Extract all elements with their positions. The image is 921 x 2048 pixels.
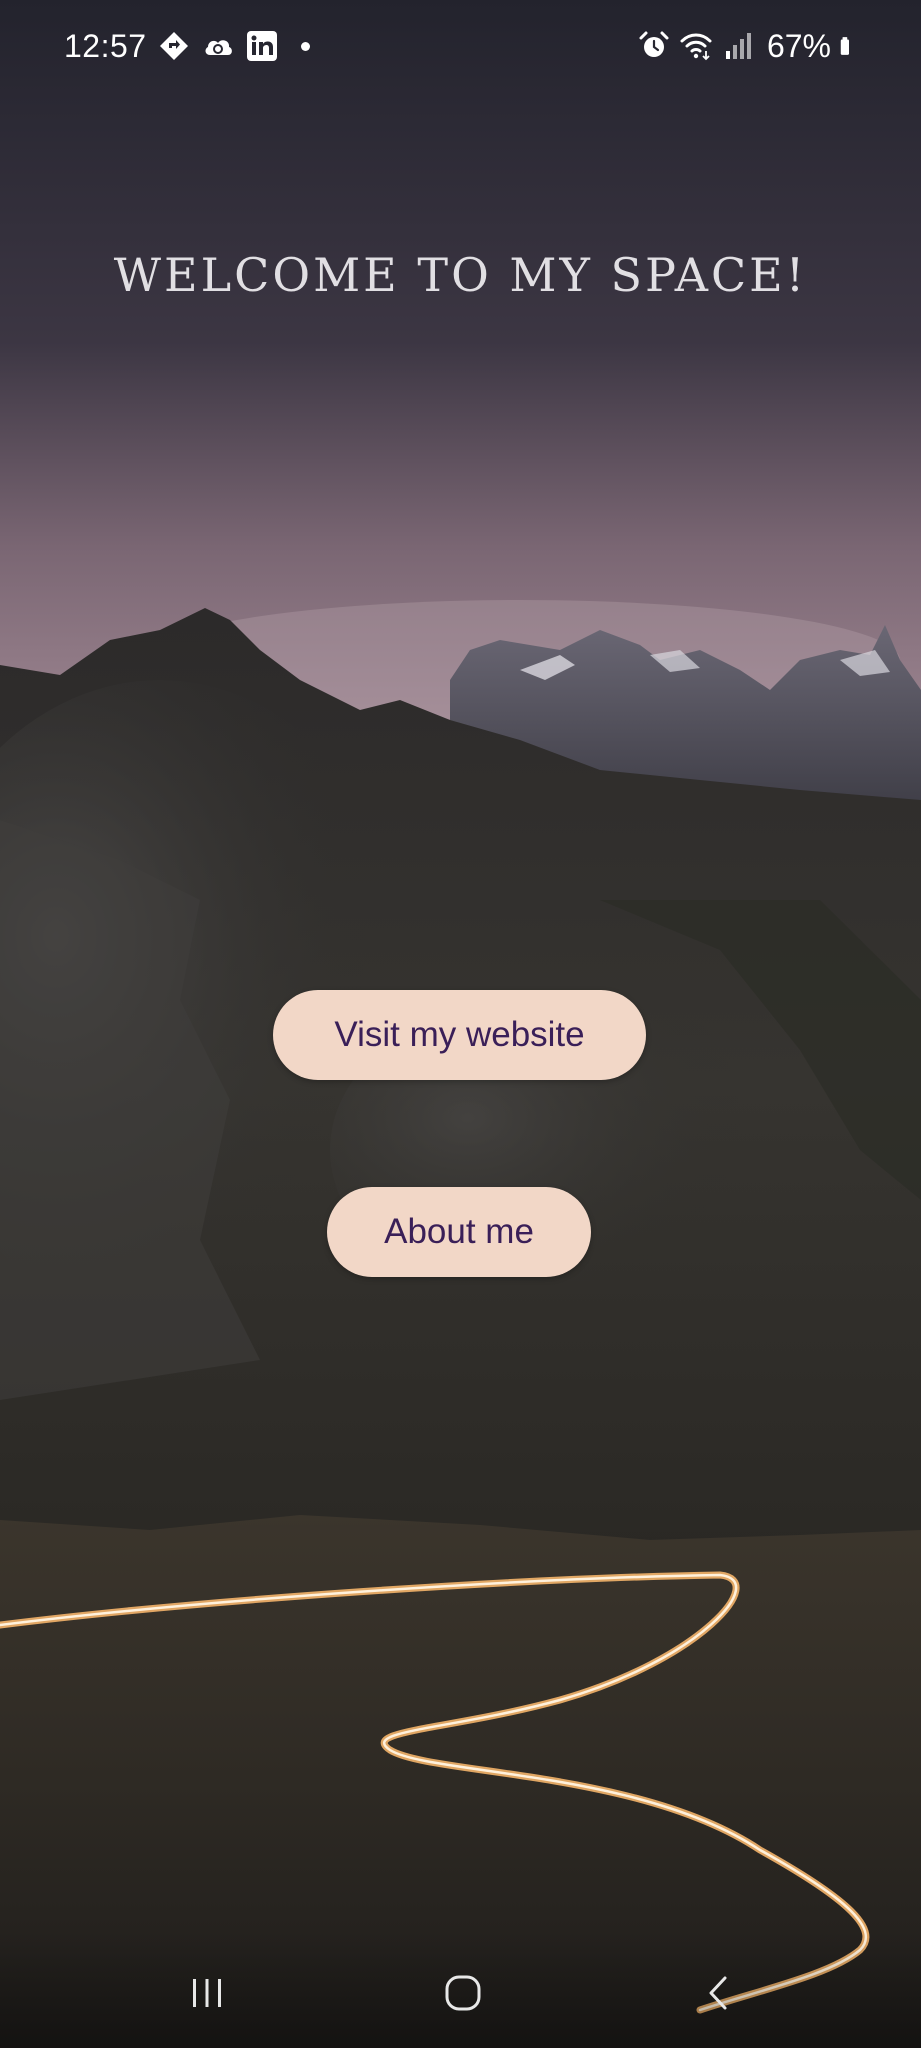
navigation-diamond-icon xyxy=(159,32,188,60)
status-time: 12:57 xyxy=(64,27,147,64)
status-bar: 12:57 67% xyxy=(0,0,921,92)
status-right-group: 67% xyxy=(629,26,859,66)
back-button[interactable] xyxy=(674,1958,764,2028)
home-button[interactable] xyxy=(418,1958,508,2028)
visit-website-button[interactable]: Visit my website xyxy=(273,990,646,1080)
welcome-title: Welcome to my space! xyxy=(113,248,808,302)
linkedin-icon xyxy=(246,31,277,61)
home-icon xyxy=(445,1975,481,2011)
battery-icon xyxy=(840,37,849,55)
status-left-group: 12:57 xyxy=(64,26,310,66)
recents-button[interactable] xyxy=(162,1958,252,2028)
about-me-button[interactable]: About me xyxy=(327,1187,591,1277)
system-navigation-bar xyxy=(0,1940,921,2048)
battery-percent: 67% xyxy=(766,27,831,64)
recents-icon xyxy=(193,1979,221,2007)
signal-icon xyxy=(725,33,751,59)
notification-dot xyxy=(300,41,310,51)
back-icon xyxy=(709,1976,727,2010)
cloud-sync-icon xyxy=(205,40,232,55)
wifi-icon xyxy=(680,33,712,61)
alarm-icon xyxy=(639,31,669,57)
